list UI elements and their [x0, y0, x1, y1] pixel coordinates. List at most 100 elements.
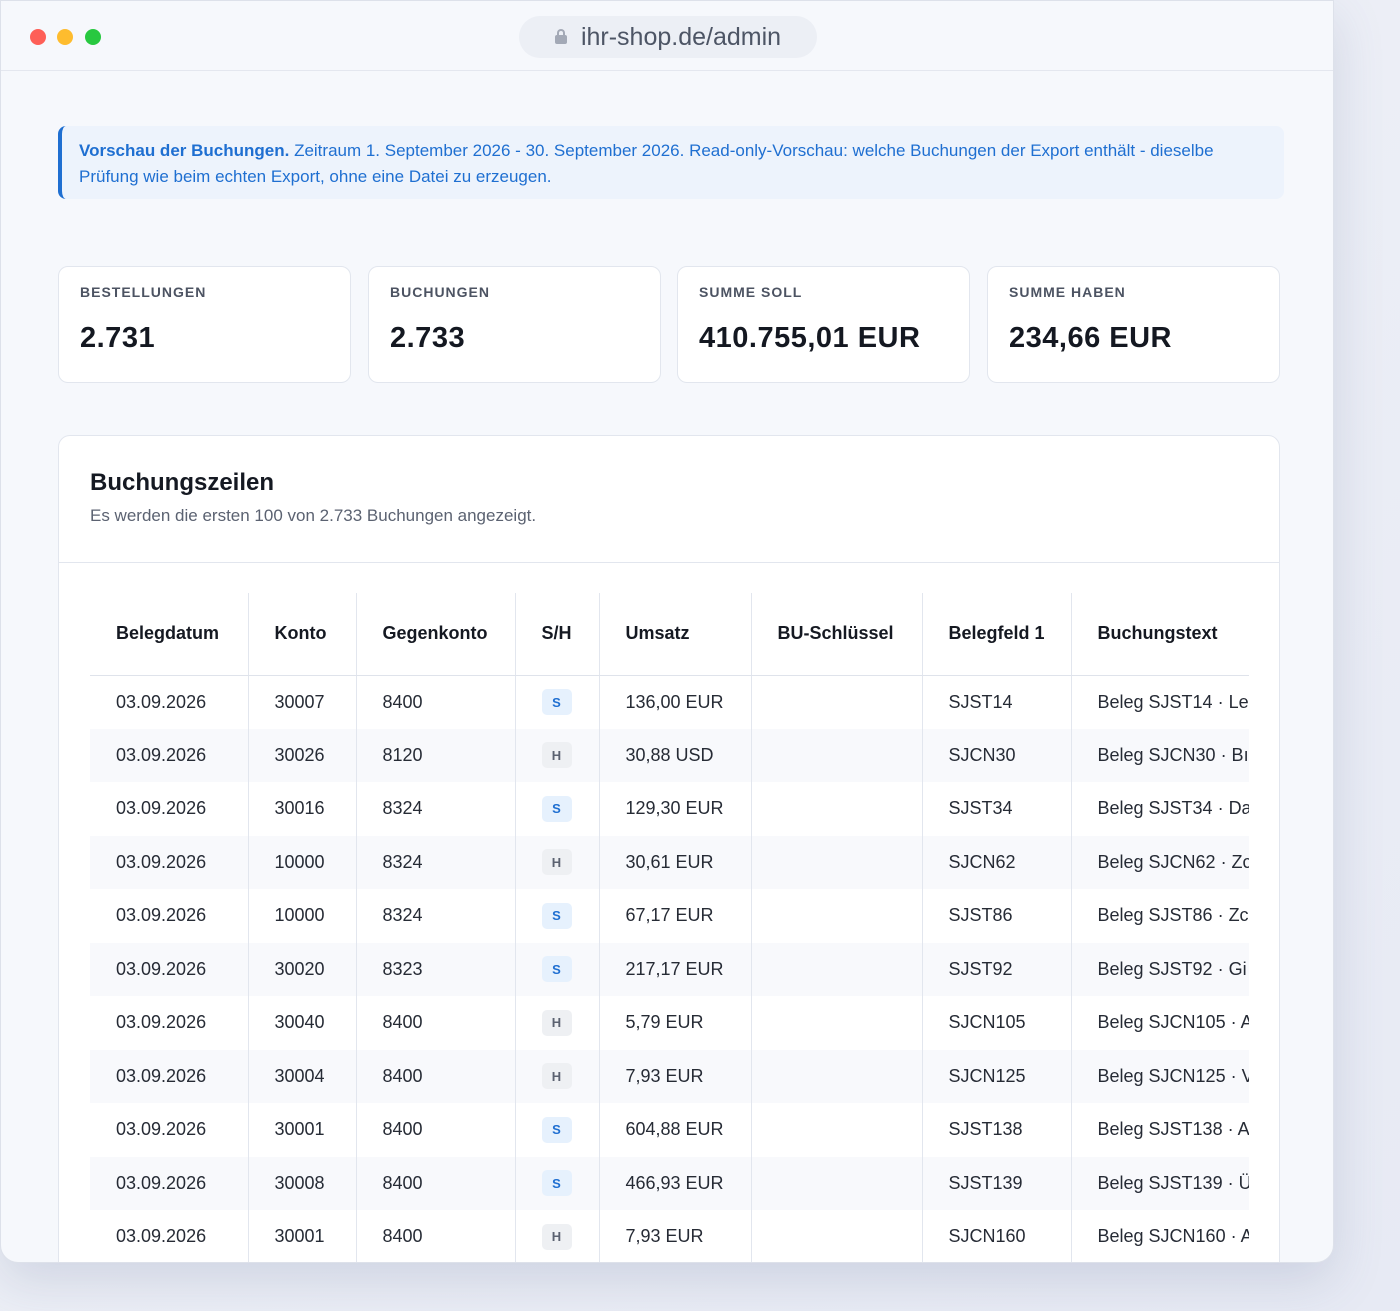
address-bar[interactable]: ihr-shop.de/admin [519, 16, 817, 58]
table-row[interactable]: 03.09.2026 30008 8400 S 466,93 EUR SJST139 Bel… [90, 1156, 1249, 1210]
table-row[interactable]: 03.09.2026 30007 8400 S 136,00 EUR SJST14 Bele… [90, 675, 1249, 729]
cell-umsatz: 466,93 EUR [599, 1156, 752, 1210]
cell-belegdatum: 03.09.2026 [90, 1210, 249, 1262]
cell-umsatz: 129,30 EUR [599, 782, 752, 836]
cell-belegfeld: SJCN62 [922, 835, 1072, 889]
sh-badge: H [541, 849, 572, 876]
cell-buchungstext: Beleg SJCN30 · Bı [1071, 728, 1249, 782]
table-row[interactable]: 03.09.2026 10000 8324 H 30,61 EUR SJCN62 Beleg… [90, 835, 1249, 889]
cell-buchungstext: Beleg SJST138 · A [1097, 1119, 1250, 1140]
cell-gegenkonto: 8400 [356, 1210, 516, 1262]
table-row[interactable]: 03.09.2026 30040 8400 H 5,79 EUR SJCN105 Beleg… [90, 996, 1249, 1050]
minimize-window-button[interactable] [57, 29, 73, 45]
cell-konto: 10000 [248, 889, 357, 943]
table-row[interactable]: 03.09.2026 10000 8324 S 67,17 EUR SJST86 Beleg… [90, 889, 1249, 943]
cell-gegenkonto: 8120 [356, 728, 516, 782]
cell-buchungstext: Beleg SJST139 · Ü [1071, 1156, 1249, 1210]
cell-buchungstext: Beleg SJST14 · Le [1097, 691, 1249, 712]
cell-sh: S [515, 942, 600, 996]
cell-umsatz: 67,17 EUR [599, 889, 752, 943]
sh-badge: H [541, 1063, 572, 1090]
table-row[interactable]: 03.09.2026 30004 8400 H 7,93 EUR SJCN125 Beleg… [90, 1049, 1249, 1103]
cell-konto: 30040 [248, 996, 357, 1050]
booking-lines-card: Buchungszeilen Es werden die ersten 100 … [58, 435, 1280, 1262]
cell-gegenkonto: 8400 [356, 996, 516, 1050]
cell-umsatz: 7,93 EUR [599, 1210, 752, 1262]
cell-bu-schluessel [751, 835, 923, 889]
cell-gegenkonto: 8324 [356, 835, 516, 889]
stat-value: 2.731 [80, 322, 156, 354]
sh-badge: H [541, 1009, 572, 1036]
cell-belegdatum: 03.09.2026 [90, 889, 249, 943]
stat-label: SUMME HABEN [1009, 284, 1126, 300]
table-row[interactable]: 03.09.2026 30020 8323 S 217,17 EUR SJST92 Bele… [90, 942, 1249, 996]
table-scroll-area[interactable]: Belegdatum Konto Gegenkonto S/H Umsatz BU-Sch… [90, 593, 1249, 1262]
cell-gegenkonto: 8400 [356, 1049, 516, 1103]
cell-konto: 30004 [248, 1049, 357, 1103]
table-row[interactable]: 03.09.2026 30016 8324 S 129,30 EUR SJST34 Bele… [90, 782, 1249, 836]
cell-belegfeld: SJCN30 [922, 728, 1072, 782]
cell-belegfeld: SJCN105 [922, 996, 1072, 1050]
stat-label: SUMME SOLL [699, 284, 803, 300]
stat-value: 234,66 EUR [1009, 322, 1172, 354]
cell-sh: H [515, 835, 600, 889]
cell-bu-schluessel [751, 728, 923, 782]
cell-belegdatum: 03.09.2026 [90, 675, 249, 729]
column-header[interactable]: Umsatz [599, 593, 752, 676]
column-header[interactable]: Gegenkonto [356, 593, 516, 676]
column-header[interactable]: Belegdatum [90, 593, 249, 676]
cell-buchungstext: Beleg SJCN105 · A [1097, 1012, 1250, 1033]
column-header[interactable]: Buchungstext [1071, 593, 1249, 676]
sh-badge: H [541, 742, 572, 769]
table-row[interactable]: 03.09.2026 30001 8400 S 604,88 EUR SJST138 Bel… [90, 1103, 1249, 1157]
cell-sh: S [515, 889, 600, 943]
preview-notice: Vorschau der Buchungen. Zeitraum 1. Sept… [58, 126, 1284, 199]
stat-label: BUCHUNGEN [390, 284, 490, 300]
sh-badge: S [541, 795, 572, 822]
cell-umsatz: 136,00 EUR [599, 675, 752, 729]
cell-sh: H [515, 728, 600, 782]
notice-title: Vorschau der Buchungen. [79, 141, 290, 160]
cell-belegdatum: 03.09.2026 [90, 1049, 249, 1103]
stat-card-summe-haben: SUMME HABEN 234,66 EUR [987, 266, 1280, 383]
cell-konto: 30007 [248, 675, 357, 729]
cell-belegdatum: 03.09.2026 [90, 996, 249, 1050]
sh-badge: S [541, 1116, 572, 1143]
column-header[interactable]: BU-Schlüssel [751, 593, 923, 676]
cell-umsatz: 5,79 EUR [599, 996, 752, 1050]
cell-sh: S [515, 782, 600, 836]
cell-buchungstext: Beleg SJCN62 · Zc [1071, 835, 1249, 889]
cell-gegenkonto: 8400 [356, 1156, 516, 1210]
cell-belegfeld: SJST138 [922, 1103, 1072, 1157]
cell-belegfeld: SJST86 [922, 889, 1072, 943]
cell-buchungstext: Beleg SJCN125 · V [1071, 1049, 1249, 1103]
cell-gegenkonto: 8324 [356, 889, 516, 943]
column-header[interactable]: S/H [515, 593, 600, 676]
cell-bu-schluessel [751, 1049, 923, 1103]
cell-gegenkonto: 8400 [356, 1103, 516, 1157]
sh-badge: S [541, 689, 572, 715]
cell-belegdatum: 03.09.2026 [90, 1156, 249, 1210]
table-header-row: Belegdatum Konto Gegenkonto S/H Umsatz BU-Sch… [90, 593, 1249, 676]
card-title: Buchungszeilen [90, 469, 275, 496]
cell-belegfeld: SJST14 [922, 675, 1072, 729]
sh-badge: S [541, 902, 572, 929]
table-row[interactable]: 03.09.2026 30001 8400 H 7,93 EUR SJCN160 Beleg… [90, 1210, 1249, 1262]
sh-badge: H [541, 1223, 572, 1250]
cell-belegfeld: SJCN125 [922, 1049, 1072, 1103]
close-window-button[interactable] [30, 29, 46, 45]
cell-sh: S [515, 1156, 600, 1210]
table-row[interactable]: 03.09.2026 30026 8120 H 30,88 USD SJCN30 Beleg… [90, 728, 1249, 782]
cell-belegdatum: 03.09.2026 [90, 942, 249, 996]
cell-bu-schluessel [751, 996, 923, 1050]
stat-label: BESTELLUNGEN [80, 284, 207, 300]
cell-sh: H [515, 1049, 600, 1103]
cell-bu-schluessel [751, 675, 923, 729]
column-header[interactable]: Belegfeld 1 [922, 593, 1072, 676]
cell-konto: 30001 [248, 1210, 357, 1262]
url-text: ihr-shop.de/admin [580, 22, 782, 51]
cell-umsatz: 30,61 EUR [599, 835, 752, 889]
column-header[interactable]: Konto [248, 593, 357, 676]
cell-sh: H [515, 1210, 600, 1262]
maximize-window-button[interactable] [85, 29, 101, 45]
